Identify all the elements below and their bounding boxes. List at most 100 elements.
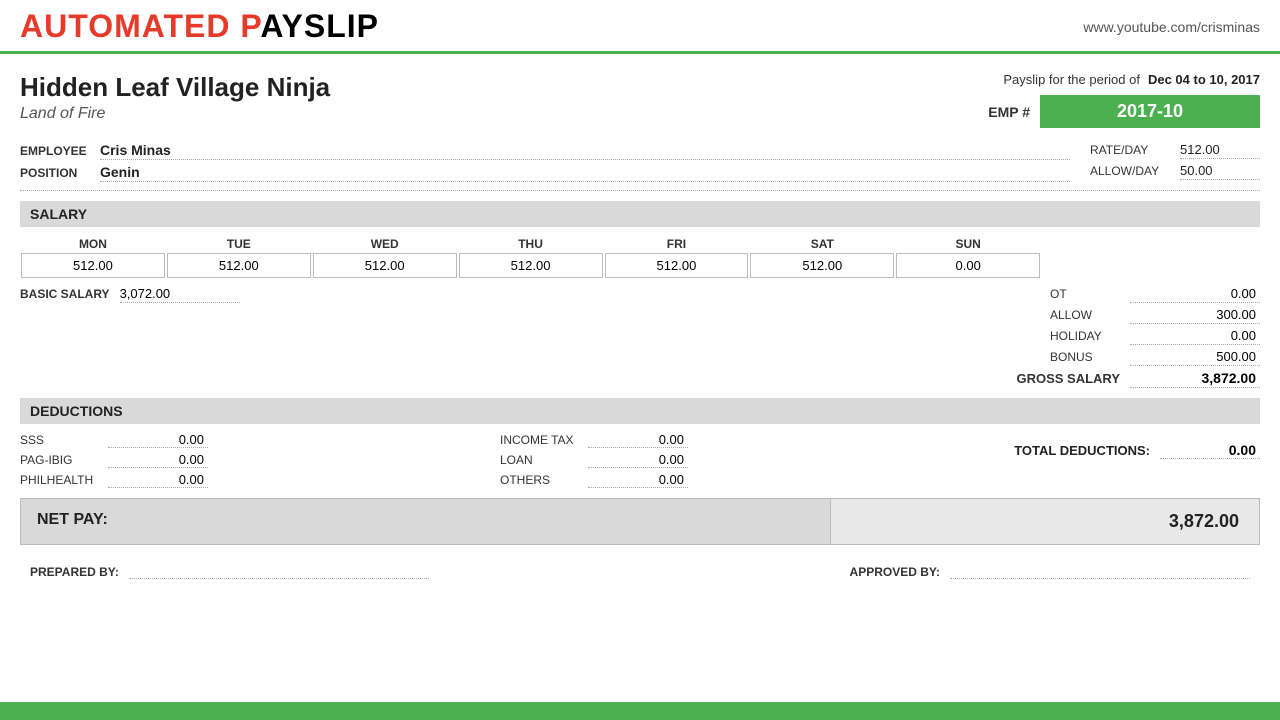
holiday-label: HOLIDAY	[1050, 329, 1120, 343]
day-thu-value: 512.00	[459, 253, 603, 278]
prepared-by-label: PREPARED BY:	[30, 565, 119, 579]
basic-salary-value: 3,072.00	[120, 286, 240, 303]
loan-value: 0.00	[588, 452, 688, 468]
net-pay-label: NET PAY:	[21, 499, 830, 544]
deductions-grid: SSS 0.00 PAG-IBIG 0.00 PHILHEALTH 0.00 I…	[20, 432, 1260, 488]
ot-value: 0.00	[1130, 286, 1260, 303]
position-value: Genin	[100, 164, 1070, 182]
net-pay-row: NET PAY: 3,872.00	[20, 498, 1260, 545]
deductions-left-col: SSS 0.00 PAG-IBIG 0.00 PHILHEALTH 0.00	[20, 432, 500, 488]
total-deductions-value: 0.00	[1160, 442, 1260, 459]
allow-ot-label: ALLOW	[1050, 308, 1120, 322]
signatures-row: PREPARED BY: APPROVED BY:	[20, 561, 1260, 579]
gross-label: GROSS SALARY	[1016, 371, 1120, 386]
emp-label: EMP #	[988, 104, 1030, 120]
net-pay-value: 3,872.00	[830, 499, 1259, 544]
period-label: Payslip for the period of	[1003, 72, 1140, 87]
gross-value: 3,872.00	[1130, 370, 1260, 388]
day-tue-header: TUE	[166, 235, 312, 253]
title-text-p: P	[240, 8, 260, 44]
day-mon: MON 512.00	[20, 235, 166, 278]
day-mon-value: 512.00	[21, 253, 165, 278]
allow-row: ALLOW/DAY 50.00	[1090, 163, 1260, 180]
bottom-bar	[0, 702, 1280, 720]
employee-name-row: EMPLOYEE Cris Minas	[20, 142, 1070, 160]
pagibig-row: PAG-IBIG 0.00	[20, 452, 500, 468]
gross-row: GROSS SALARY 3,872.00	[880, 370, 1260, 388]
day-wed-header: WED	[312, 235, 458, 253]
day-thu: THU 512.00	[458, 235, 604, 278]
day-sat-header: SAT	[749, 235, 895, 253]
others-label: OTHERS	[500, 473, 580, 487]
employee-position-row: POSITION Genin	[20, 164, 1070, 182]
approved-by-label: APPROVED BY:	[850, 565, 940, 579]
rate-value: 512.00	[1180, 142, 1260, 159]
ot-label: OT	[1050, 287, 1120, 301]
day-tue: TUE 512.00	[166, 235, 312, 278]
approved-by-line	[950, 561, 1250, 579]
income-tax-label: INCOME TAX	[500, 433, 580, 447]
emp-number-box: 2017-10	[1040, 95, 1260, 128]
bonus-value: 500.00	[1130, 349, 1260, 366]
day-sat-value: 512.00	[750, 253, 894, 278]
deductions-header: DEDUCTIONS	[20, 398, 1260, 424]
day-wed-value: 512.00	[313, 253, 457, 278]
day-fri: FRI 512.00	[604, 235, 750, 278]
loan-row: LOAN 0.00	[500, 452, 980, 468]
company-name: Hidden Leaf Village Ninja	[20, 72, 330, 103]
basic-salary-row: BASIC SALARY 3,072.00	[20, 286, 240, 303]
total-deductions-row: TOTAL DEDUCTIONS: 0.00	[1014, 442, 1260, 459]
prepared-by-line	[129, 561, 429, 579]
position-label: POSITION	[20, 166, 90, 180]
holiday-value: 0.00	[1130, 328, 1260, 345]
income-tax-row: INCOME TAX 0.00	[500, 432, 980, 448]
prepared-by-block: PREPARED BY:	[30, 561, 429, 579]
income-tax-value: 0.00	[588, 432, 688, 448]
sss-label: SSS	[20, 433, 100, 447]
company-info: Hidden Leaf Village Ninja Land of Fire	[20, 72, 330, 123]
bonus-row: BONUS 500.00	[880, 349, 1260, 366]
days-grid: MON 512.00 TUE 512.00 WED 512.00 THU 512…	[20, 235, 1260, 278]
day-wed: WED 512.00	[312, 235, 458, 278]
top-header: AUTOMATED PAYSLIP www.youtube.com/crismi…	[0, 0, 1280, 54]
day-sun-value: 0.00	[896, 253, 1040, 278]
approved-by-block: APPROVED BY:	[850, 561, 1250, 579]
loan-label: LOAN	[500, 453, 580, 467]
deductions-section: DEDUCTIONS SSS 0.00 PAG-IBIG 0.00 PHILHE…	[20, 398, 1260, 488]
day-tue-value: 512.00	[167, 253, 311, 278]
philhealth-row: PHILHEALTH 0.00	[20, 472, 500, 488]
company-section: Hidden Leaf Village Ninja Land of Fire P…	[20, 72, 1260, 128]
title-text-automated: AUTOMATED	[20, 8, 240, 44]
app-title: AUTOMATED PAYSLIP	[20, 8, 379, 45]
employee-info: EMPLOYEE Cris Minas POSITION Genin RATE/…	[20, 142, 1260, 191]
total-deductions-block: TOTAL DEDUCTIONS: 0.00	[980, 442, 1260, 459]
deductions-mid-col: INCOME TAX 0.00 LOAN 0.00 OTHERS 0.00	[500, 432, 980, 488]
rate-row: RATE/DAY 512.00	[1090, 142, 1260, 159]
day-fri-header: FRI	[604, 235, 750, 253]
period-dates: Dec 04 to 10, 2017	[1148, 72, 1260, 87]
pagibig-value: 0.00	[108, 452, 208, 468]
bonus-label: BONUS	[1050, 350, 1120, 364]
holiday-row: HOLIDAY 0.00	[880, 328, 1260, 345]
rate-label: RATE/DAY	[1090, 143, 1170, 157]
allow-ot-row: ALLOW 300.00	[880, 307, 1260, 324]
day-mon-header: MON	[20, 235, 166, 253]
day-sun: SUN 0.00	[895, 235, 1041, 278]
emp-row: EMP # 2017-10	[988, 95, 1260, 128]
employee-name-value: Cris Minas	[100, 142, 1070, 160]
day-fri-value: 512.00	[605, 253, 749, 278]
salary-bottom: BASIC SALARY 3,072.00 OT 0.00 ALLOW 300.…	[20, 286, 1260, 388]
company-subtitle: Land of Fire	[20, 105, 330, 123]
employee-fields: EMPLOYEE Cris Minas POSITION Genin	[20, 142, 1070, 182]
main-content: Hidden Leaf Village Ninja Land of Fire P…	[0, 54, 1280, 579]
ot-row: OT 0.00	[880, 286, 1260, 303]
website-url: www.youtube.com/crisminas	[1083, 19, 1260, 35]
others-row: OTHERS 0.00	[500, 472, 980, 488]
pagibig-label: PAG-IBIG	[20, 453, 100, 467]
title-text-ayslip: AYSLIP	[260, 8, 379, 44]
day-sat: SAT 512.00	[749, 235, 895, 278]
rate-fields: RATE/DAY 512.00 ALLOW/DAY 50.00	[1090, 142, 1260, 182]
day-sun-header: SUN	[895, 235, 1041, 253]
salary-section: SALARY MON 512.00 TUE 512.00 WED 512.00 …	[20, 201, 1260, 388]
salary-header: SALARY	[20, 201, 1260, 227]
